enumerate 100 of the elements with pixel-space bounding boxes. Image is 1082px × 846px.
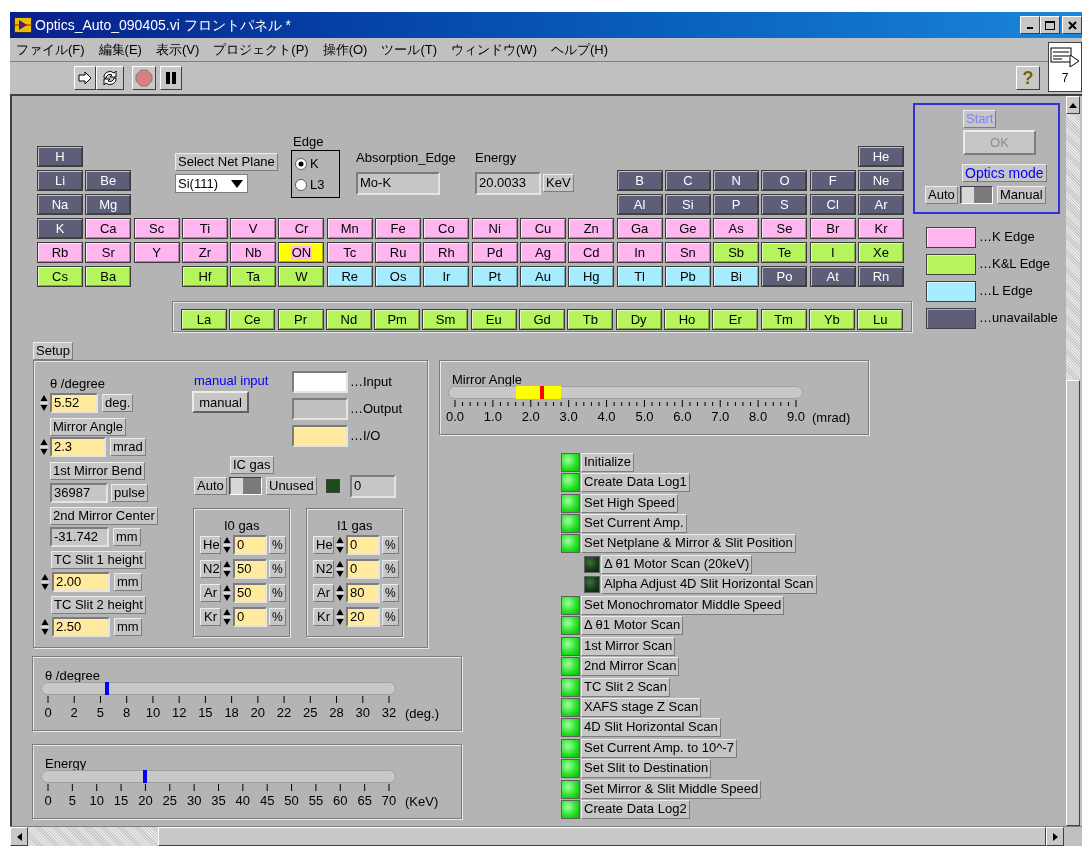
status-led[interactable] <box>561 759 580 779</box>
element-button[interactable]: W <box>278 266 325 287</box>
element-button[interactable]: He <box>858 146 905 167</box>
element-button[interactable]: Na <box>37 194 83 215</box>
spinner-control[interactable] <box>336 535 344 555</box>
element-button[interactable]: Sn <box>664 242 711 263</box>
element-button[interactable]: Sc <box>133 218 180 239</box>
element-button[interactable]: Ca <box>85 218 132 239</box>
element-button[interactable]: Br <box>809 218 856 239</box>
element-button[interactable]: In <box>616 242 663 263</box>
status-led[interactable] <box>561 452 580 472</box>
spinner-control[interactable] <box>336 583 344 603</box>
slider-track[interactable] <box>41 770 396 783</box>
element-button[interactable]: S <box>761 194 808 215</box>
element-button[interactable]: Er <box>712 309 759 330</box>
element-button[interactable]: Ge <box>664 218 711 239</box>
help-button[interactable]: ? <box>1016 66 1040 90</box>
menu-item[interactable]: プロジェクト(P) <box>213 39 309 60</box>
menu-item[interactable]: 表示(V) <box>155 39 200 60</box>
element-button[interactable]: As <box>713 218 760 239</box>
element-button[interactable]: Zn <box>568 218 615 239</box>
element-button[interactable]: Lu <box>857 309 904 330</box>
element-button[interactable]: Ta <box>230 266 277 287</box>
menu-item[interactable]: ウィンドウ(W) <box>451 39 537 60</box>
element-button[interactable]: Sr <box>85 242 132 263</box>
menu-item[interactable]: ヘルプ(H) <box>550 39 608 60</box>
element-button[interactable]: Cl <box>809 194 856 215</box>
element-button[interactable]: Te <box>761 242 808 263</box>
element-button[interactable]: Al <box>616 194 663 215</box>
element-button[interactable]: Ne <box>858 170 905 191</box>
element-button[interactable]: Se <box>761 218 808 239</box>
element-button[interactable]: Cs <box>37 266 83 287</box>
element-button[interactable]: Sm <box>422 309 469 330</box>
element-button[interactable]: Tl <box>616 266 663 287</box>
menu-item[interactable]: 編集(E) <box>98 39 142 60</box>
element-button[interactable]: Fe <box>375 218 422 239</box>
radio-button[interactable]: K <box>295 154 325 173</box>
element-button[interactable]: Hf <box>181 266 228 287</box>
scroll-right-button[interactable] <box>1046 827 1064 846</box>
scroll-left-button[interactable] <box>10 827 28 846</box>
spinner-control[interactable] <box>336 607 344 627</box>
element-button[interactable]: Y <box>133 242 180 263</box>
element-button[interactable]: Eu <box>470 309 517 330</box>
numeric-field[interactable]: 2.00 <box>52 572 110 592</box>
status-led[interactable] <box>561 534 580 554</box>
spinner-control[interactable] <box>223 559 231 579</box>
numeric-field[interactable]: 0 <box>233 535 267 555</box>
element-button[interactable]: Re <box>326 266 373 287</box>
menu-item[interactable]: ツール(T) <box>381 39 438 60</box>
spinner-control[interactable] <box>223 607 231 627</box>
spinner-control[interactable] <box>40 393 48 413</box>
status-led[interactable] <box>561 473 580 493</box>
element-button[interactable]: Kr <box>858 218 905 239</box>
element-button[interactable]: Cr <box>278 218 325 239</box>
element-button[interactable]: Au <box>519 266 566 287</box>
toggle-switch[interactable] <box>229 477 262 495</box>
element-button[interactable]: Ho <box>663 309 710 330</box>
element-button[interactable]: Nb <box>230 242 277 263</box>
element-button[interactable]: Mn <box>326 218 373 239</box>
element-button[interactable]: Pm <box>374 309 421 330</box>
element-button[interactable]: Mg <box>85 194 132 215</box>
status-led[interactable] <box>561 514 580 534</box>
slider-track[interactable] <box>41 682 396 695</box>
status-led[interactable] <box>561 738 580 758</box>
element-button[interactable]: O <box>761 170 808 191</box>
element-button[interactable]: V <box>230 218 277 239</box>
element-button[interactable]: La <box>181 309 227 330</box>
status-led[interactable] <box>561 800 580 820</box>
spinner-control[interactable] <box>336 559 344 579</box>
element-button[interactable]: Hg <box>568 266 615 287</box>
element-button[interactable]: Pd <box>471 242 518 263</box>
element-button[interactable]: Pt <box>471 266 518 287</box>
element-button[interactable]: Os <box>375 266 422 287</box>
element-button[interactable]: Ni <box>471 218 518 239</box>
status-led[interactable] <box>561 493 580 513</box>
numeric-field[interactable]: 80 <box>346 583 380 603</box>
element-button[interactable]: Sb <box>713 242 760 263</box>
status-led[interactable] <box>561 657 580 677</box>
element-button[interactable]: H <box>37 146 83 167</box>
net-plane-dropdown[interactable]: Si(111) <box>175 174 248 193</box>
element-button[interactable]: Cu <box>519 218 566 239</box>
element-button[interactable]: Ir <box>423 266 470 287</box>
maximize-button[interactable] <box>1040 16 1060 34</box>
spinner-control[interactable] <box>41 572 49 592</box>
status-led[interactable] <box>561 697 580 717</box>
status-led[interactable] <box>584 576 600 594</box>
status-led[interactable] <box>561 677 580 697</box>
numeric-field[interactable]: 5.52 <box>50 393 98 413</box>
status-led[interactable] <box>584 555 600 573</box>
element-button[interactable]: Tb <box>567 309 614 330</box>
spinner-control[interactable] <box>223 583 231 603</box>
spinner-control[interactable] <box>41 617 49 637</box>
spinner-control[interactable] <box>223 535 231 555</box>
element-button[interactable]: Cd <box>568 242 615 263</box>
element-button[interactable]: Ba <box>85 266 132 287</box>
element-button[interactable]: Bi <box>713 266 760 287</box>
element-button[interactable]: Pr <box>277 309 324 330</box>
radio-button[interactable]: L3 <box>295 175 325 194</box>
element-button[interactable]: Pb <box>664 266 711 287</box>
status-led[interactable] <box>561 779 580 799</box>
